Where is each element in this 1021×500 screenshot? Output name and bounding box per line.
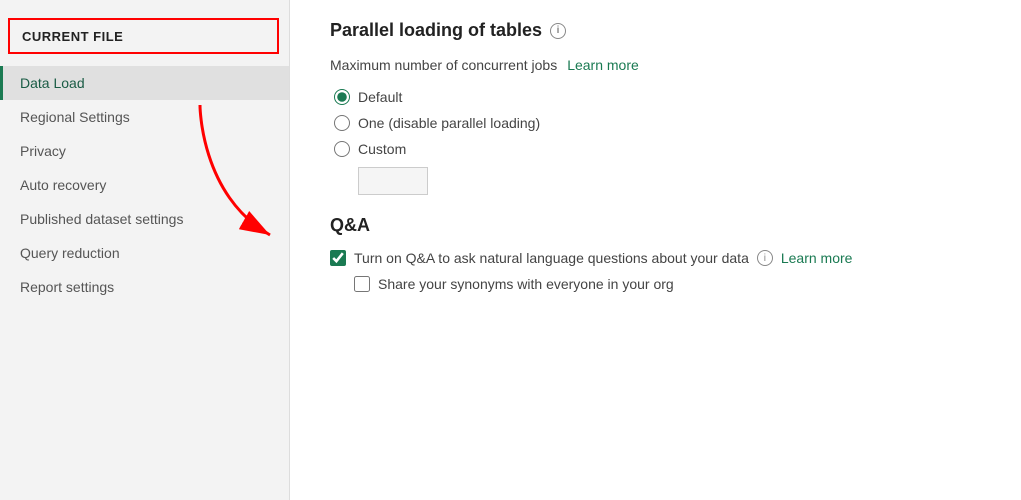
- sidebar-item-privacy[interactable]: Privacy: [0, 134, 289, 168]
- concurrent-jobs-label: Maximum number of concurrent jobs: [330, 57, 557, 73]
- qa-checkbox-row: Turn on Q&A to ask natural language ques…: [330, 250, 981, 266]
- sidebar-header: CURRENT FILE: [8, 18, 279, 54]
- qa-checkbox-label: Turn on Q&A to ask natural language ques…: [354, 250, 749, 266]
- qa-section: Q&A Turn on Q&A to ask natural language …: [330, 215, 981, 292]
- parallel-loading-section: Parallel loading of tables i Maximum num…: [330, 20, 981, 195]
- sidebar: CURRENT FILE Data LoadRegional SettingsP…: [0, 0, 290, 500]
- radio-one-input[interactable]: [334, 115, 350, 131]
- sidebar-item-data-load[interactable]: Data Load: [0, 66, 289, 100]
- concurrent-jobs-row: Maximum number of concurrent jobs Learn …: [330, 57, 981, 73]
- qa-title: Q&A: [330, 215, 981, 236]
- custom-value-input[interactable]: [358, 167, 428, 195]
- radio-custom-input[interactable]: [334, 141, 350, 157]
- qa-info-icon[interactable]: i: [757, 250, 773, 266]
- radio-default-label: Default: [358, 89, 402, 105]
- synonyms-checkbox[interactable]: [354, 276, 370, 292]
- parallel-learn-more-link[interactable]: Learn more: [567, 57, 639, 73]
- radio-one[interactable]: One (disable parallel loading): [334, 115, 981, 131]
- qa-checkbox[interactable]: [330, 250, 346, 266]
- sidebar-item-auto-recovery[interactable]: Auto recovery: [0, 168, 289, 202]
- radio-default-input[interactable]: [334, 89, 350, 105]
- radio-custom-label: Custom: [358, 141, 406, 157]
- radio-one-label: One (disable parallel loading): [358, 115, 540, 131]
- parallel-radio-group: Default One (disable parallel loading) C…: [334, 89, 981, 195]
- parallel-loading-title: Parallel loading of tables i: [330, 20, 981, 41]
- synonyms-checkbox-row: Share your synonyms with everyone in you…: [354, 276, 981, 292]
- sidebar-item-query-reduction[interactable]: Query reduction: [0, 236, 289, 270]
- sidebar-item-regional-settings[interactable]: Regional Settings: [0, 100, 289, 134]
- qa-learn-more-link[interactable]: Learn more: [781, 250, 853, 266]
- synonyms-checkbox-label: Share your synonyms with everyone in you…: [378, 276, 674, 292]
- main-content: Parallel loading of tables i Maximum num…: [290, 0, 1021, 500]
- parallel-loading-info-icon[interactable]: i: [550, 23, 566, 39]
- sidebar-item-report-settings[interactable]: Report settings: [0, 270, 289, 304]
- sidebar-header-text: CURRENT FILE: [22, 29, 123, 44]
- radio-custom[interactable]: Custom: [334, 141, 981, 157]
- radio-default[interactable]: Default: [334, 89, 981, 105]
- sidebar-item-published-dataset-settings[interactable]: Published dataset settings: [0, 202, 289, 236]
